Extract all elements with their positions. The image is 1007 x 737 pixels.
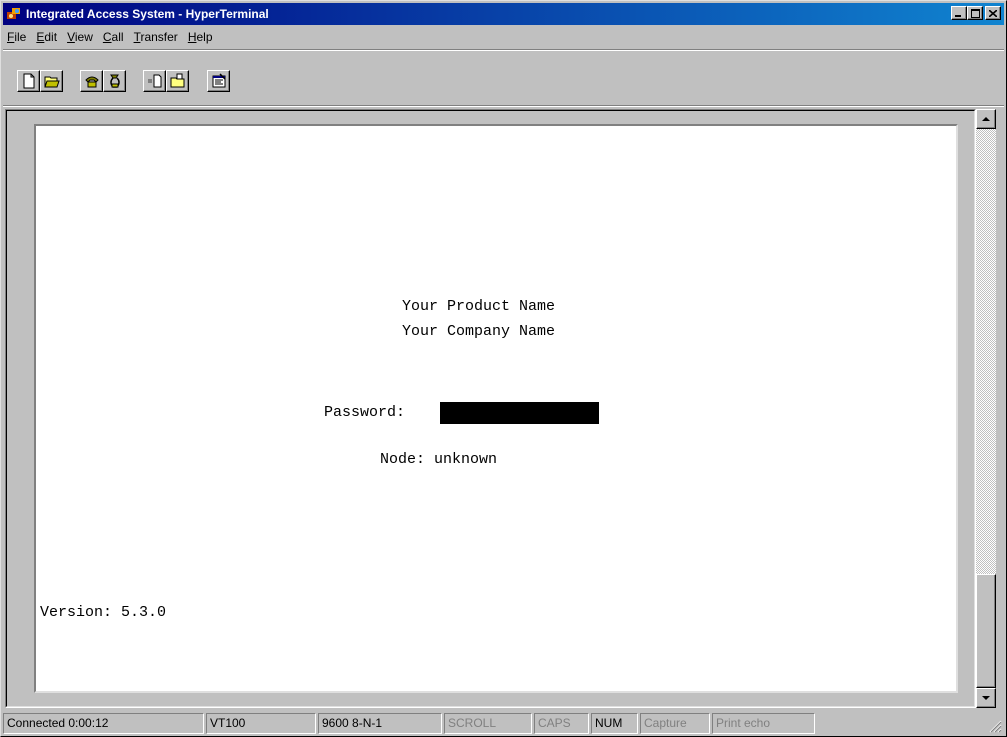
send-file-icon	[147, 74, 161, 88]
menu-call-rest: all	[111, 30, 124, 44]
status-scroll: SCROLL	[444, 712, 532, 734]
connect-button[interactable]	[80, 70, 103, 92]
hyperterminal-window: Integrated Access System - HyperTerminal…	[0, 0, 1007, 737]
version-text: Version: 5.3.0	[40, 604, 167, 621]
minimize-button[interactable]	[951, 6, 967, 20]
status-settings: 9600 8-N-1	[318, 712, 442, 734]
new-button[interactable]	[17, 70, 40, 92]
toolbar-group-call	[80, 70, 126, 96]
send-button[interactable]	[143, 70, 166, 92]
status-capture: Capture	[640, 712, 710, 734]
menu-bar: File Edit View Call Transfer Help	[3, 27, 1004, 47]
product-name-text: Your Product Name	[402, 298, 556, 315]
vertical-scrollbar[interactable]	[976, 109, 996, 708]
scroll-down-button[interactable]	[976, 688, 996, 708]
title-bar[interactable]: Integrated Access System - HyperTerminal	[3, 3, 1004, 25]
node-status-text: Node: unknown	[380, 451, 498, 468]
status-bar: Connected 0:00:12 VT100 9600 8-N-1 SCROL…	[3, 711, 1004, 735]
maximize-button[interactable]	[967, 6, 983, 20]
status-emulation: VT100	[206, 712, 316, 734]
close-button[interactable]	[985, 6, 1001, 20]
new-document-icon	[23, 73, 34, 89]
close-icon	[989, 9, 997, 17]
password-label: Password:	[324, 404, 406, 421]
toolbar-group-file	[17, 70, 63, 96]
status-caps: CAPS	[534, 712, 589, 734]
menu-edit[interactable]: Edit	[36, 30, 57, 44]
receive-file-icon	[170, 73, 184, 88]
open-button[interactable]	[40, 70, 63, 92]
terminal-frame: Your Product Name Your Company Name Pass…	[5, 109, 976, 708]
arrow-up-icon	[982, 116, 990, 121]
menu-help-rest: elp	[196, 30, 213, 44]
password-input-field[interactable]	[440, 402, 599, 424]
toolbar-group-transfer	[143, 70, 189, 96]
scroll-thumb[interactable]	[976, 574, 996, 688]
resize-grip-icon[interactable]	[988, 719, 1002, 733]
window-title: Integrated Access System - HyperTerminal	[26, 7, 269, 21]
properties-icon	[212, 73, 226, 88]
toolbar-inner	[3, 50, 1004, 106]
menu-view[interactable]: View	[67, 30, 93, 44]
company-name-text: Your Company Name	[402, 323, 556, 340]
menu-view-rest: iew	[74, 30, 93, 44]
status-num: NUM	[591, 712, 638, 734]
maximize-icon	[970, 8, 980, 18]
menu-file-rest: ile	[14, 30, 27, 44]
status-print-echo: Print echo	[712, 712, 815, 734]
terminal-inner: Your Product Name Your Company Name Pass…	[6, 110, 975, 707]
disconnect-button[interactable]	[103, 70, 126, 92]
menu-help[interactable]: Help	[188, 30, 213, 44]
status-connected: Connected 0:00:12	[3, 712, 204, 734]
toolbar	[3, 49, 1004, 107]
menu-transfer-rest: ransfer	[140, 30, 178, 44]
connect-phone-icon	[84, 76, 99, 88]
terminal-screen[interactable]: Your Product Name Your Company Name Pass…	[34, 124, 958, 693]
toolbar-group-props	[207, 70, 230, 96]
minimize-icon	[955, 14, 961, 17]
menu-call[interactable]: Call	[103, 30, 124, 44]
properties-button[interactable]	[207, 70, 230, 92]
hyperterminal-app-icon[interactable]	[6, 6, 22, 22]
menu-view-accel: V	[67, 30, 75, 44]
open-folder-icon	[43, 76, 60, 88]
menu-file[interactable]: File	[7, 30, 26, 44]
arrow-down-icon	[982, 695, 990, 700]
menu-transfer[interactable]: Transfer	[134, 30, 178, 44]
window-controls	[951, 6, 1001, 20]
scroll-up-button[interactable]	[976, 109, 996, 129]
receive-button[interactable]	[166, 70, 189, 92]
menu-edit-rest: dit	[44, 30, 58, 44]
menu-call-accel: C	[102, 30, 112, 44]
disconnect-phone-icon	[109, 74, 120, 88]
